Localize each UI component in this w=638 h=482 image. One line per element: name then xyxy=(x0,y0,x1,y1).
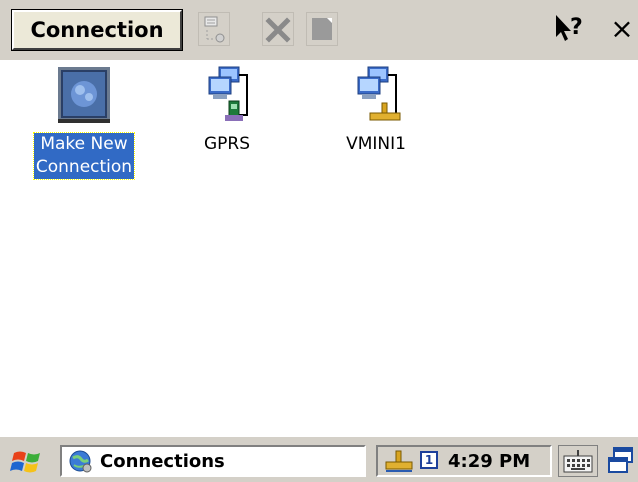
clock[interactable]: 4:29 PM xyxy=(448,451,530,472)
label-line-2: Connection xyxy=(35,157,133,177)
item-label-gprs: GPRS xyxy=(203,134,251,154)
command-bar: Connection ? × xyxy=(0,0,638,60)
make-new-connection-icon xyxy=(58,67,110,123)
properties-icon xyxy=(204,16,225,43)
gprs-connection-icon xyxy=(208,66,248,121)
rename-button[interactable] xyxy=(306,12,338,46)
system-tray: 1 4:29 PM xyxy=(376,445,552,477)
help-cursor-icon: ? xyxy=(556,15,583,41)
delete-button[interactable] xyxy=(262,12,294,46)
close-button[interactable]: × xyxy=(606,12,638,46)
delete-icon xyxy=(265,17,291,43)
vmini1-connection-item[interactable]: VMINI1 xyxy=(330,63,422,156)
input-mode-badge[interactable]: 1 xyxy=(420,451,438,469)
start-button[interactable] xyxy=(8,447,50,477)
rename-icon xyxy=(312,18,332,40)
keyboard-icon xyxy=(563,450,593,473)
windows-logo-icon xyxy=(10,451,40,473)
connections-task-button[interactable]: Connections xyxy=(60,445,366,477)
task-label: Connections xyxy=(100,450,225,472)
close-icon: × xyxy=(610,12,634,45)
connections-globe-icon xyxy=(69,450,92,473)
show-desktop-button[interactable] xyxy=(606,445,638,477)
connection-menu-button[interactable]: Connection xyxy=(11,9,183,51)
network-tray-icon[interactable] xyxy=(384,449,414,473)
screen: Connection ? × Make New Connection GPRS … xyxy=(0,0,638,482)
item-label-make-new: Make New Connection xyxy=(32,132,136,180)
help-button[interactable]: ? xyxy=(553,12,585,46)
label-line-1: Make New xyxy=(40,134,128,154)
item-label-vmini1: VMINI1 xyxy=(346,134,406,154)
make-new-connection-item[interactable]: Make New Connection xyxy=(16,63,152,180)
gprs-connection-item[interactable]: GPRS xyxy=(188,63,266,156)
badge-number: 1 xyxy=(424,453,434,467)
taskbar: Connections 1 4:29 PM xyxy=(0,436,638,482)
desktop-windows-icon xyxy=(608,447,633,473)
keyboard-button[interactable] xyxy=(558,445,598,477)
network-connection-icon xyxy=(357,66,401,121)
properties-button[interactable] xyxy=(198,12,230,46)
svg-text:?: ? xyxy=(570,15,583,40)
